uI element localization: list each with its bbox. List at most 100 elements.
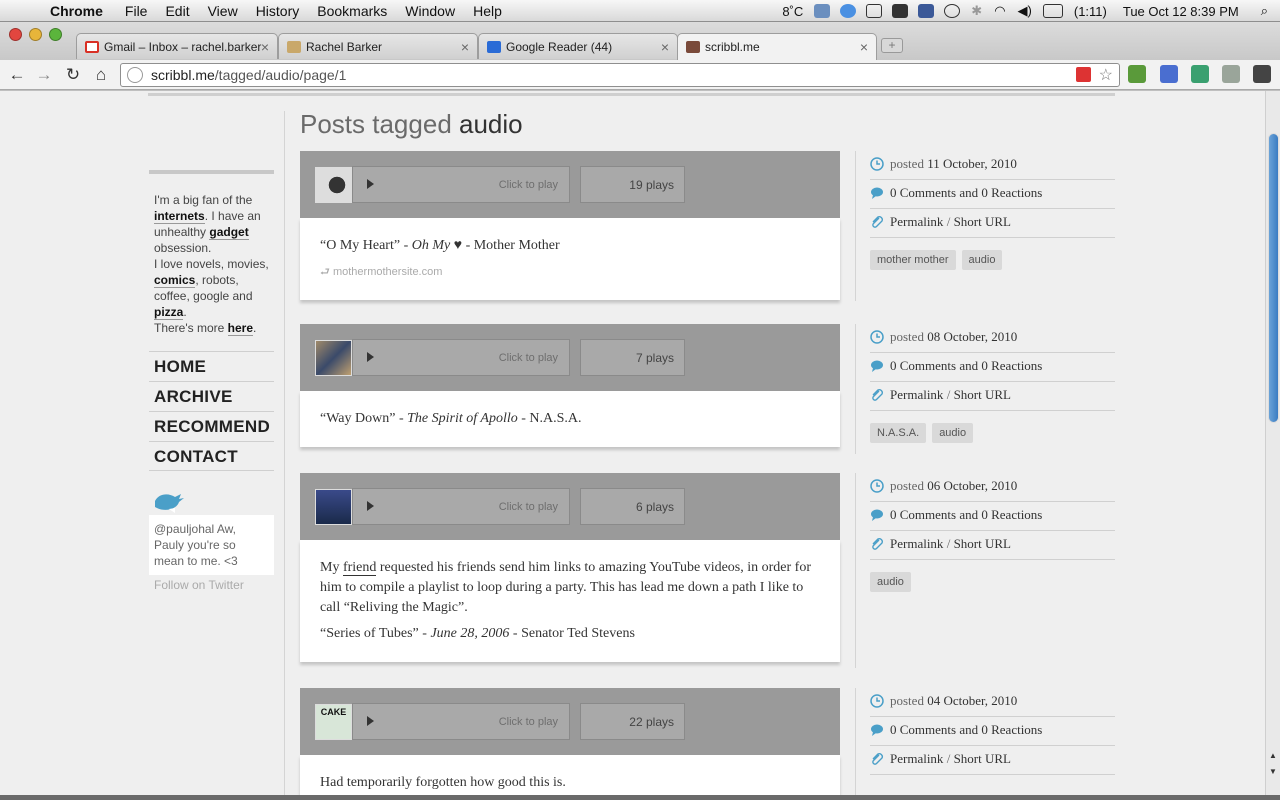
close-window-button[interactable] [9, 28, 22, 41]
evernote-extension-icon[interactable] [1128, 65, 1146, 83]
paperclip-icon [872, 389, 883, 401]
spotlight-icon[interactable]: ⌕ [1261, 3, 1268, 19]
close-tab-icon[interactable]: × [261, 39, 269, 55]
menu-window[interactable]: Window [405, 3, 455, 19]
comments-link[interactable]: 0 Comments and 0 Reactions [870, 502, 1115, 531]
comment-icon [871, 187, 883, 199]
mac-menubar: Chrome File Edit View History Bookmarks … [0, 0, 1280, 22]
close-tab-icon[interactable]: × [461, 39, 469, 55]
tab-title: scribbl.me [705, 40, 760, 54]
home-button[interactable]: ⌂ [90, 64, 112, 86]
nav-recommend[interactable]: RECOMMEND [149, 411, 274, 441]
short-url-link[interactable]: Short URL [954, 214, 1011, 229]
comments-link[interactable]: 0 Comments and 0 Reactions [870, 180, 1115, 209]
follow-on-twitter-link[interactable]: Follow on Twitter [154, 578, 244, 592]
close-tab-icon[interactable]: × [860, 39, 868, 55]
scrollbar-thumb[interactable] [1268, 133, 1279, 423]
nav-archive[interactable]: ARCHIVE [149, 381, 274, 411]
menu-view[interactable]: View [208, 3, 238, 19]
tab-scribbl[interactable]: scribbl.me × [677, 33, 877, 60]
forward-button[interactable]: → [33, 64, 55, 86]
permalink-link[interactable]: Permalink [890, 751, 943, 766]
meta-divider [855, 473, 856, 668]
menu-history[interactable]: History [256, 3, 300, 19]
zoom-window-button[interactable] [49, 28, 62, 41]
reader-icon [487, 40, 501, 53]
permalink-row: Permalink / Short URL [870, 209, 1115, 238]
clock[interactable]: Tue Oct 12 8:39 PM [1123, 4, 1239, 19]
tag-link[interactable]: mother mother [870, 250, 956, 270]
minimize-window-button[interactable] [29, 28, 42, 41]
pdf-extension-icon[interactable] [1076, 67, 1091, 82]
comics-link[interactable]: comics [154, 273, 196, 288]
menu-edit[interactable]: Edit [165, 3, 189, 19]
here-link[interactable]: here [227, 321, 254, 336]
menu-file[interactable]: File [125, 3, 148, 19]
post-caption: Had temporarily forgotten how good this … [320, 775, 566, 790]
internets-link[interactable]: internets [154, 209, 205, 224]
tag-link[interactable]: audio [961, 250, 1003, 270]
scroll-down-arrow[interactable]: ▼ [1269, 767, 1277, 776]
back-button[interactable]: ← [6, 64, 28, 86]
facebook-icon[interactable] [918, 4, 935, 18]
nav-home[interactable]: HOME [149, 351, 274, 381]
comment-icon [871, 509, 883, 521]
play-button[interactable]: Click to play [352, 339, 570, 376]
comments-link[interactable]: 0 Comments and 0 Reactions [870, 353, 1115, 382]
permalink-link[interactable]: Permalink [890, 536, 943, 551]
audio-player: Click to play 7 plays [300, 324, 840, 391]
address-bar[interactable]: scribbl.me/tagged/audio/page/1 ☆ [120, 63, 1120, 87]
play-button[interactable]: Click to play [352, 488, 570, 525]
evernote-icon[interactable] [892, 4, 909, 18]
tag-link[interactable]: N.A.S.A. [870, 423, 927, 443]
mail-icon[interactable] [866, 4, 883, 18]
play-button[interactable]: Click to play [352, 166, 570, 203]
permalink-link[interactable]: Permalink [890, 214, 943, 229]
permalink-link[interactable]: Permalink [890, 387, 943, 402]
battery-icon[interactable] [1042, 4, 1063, 18]
status-icon[interactable] [840, 4, 857, 18]
play-icon [367, 179, 374, 189]
play-button[interactable]: Click to play [352, 703, 570, 740]
friend-link[interactable]: friend [342, 560, 377, 576]
tag-link[interactable]: audio [932, 423, 974, 443]
menu-help[interactable]: Help [473, 3, 502, 19]
sync-extension-icon[interactable] [1191, 65, 1209, 83]
tag-link[interactable]: audio [870, 572, 911, 592]
audio-post: Click to play 19 plays “O My Heart” - Oh… [300, 151, 840, 300]
bluetooth-icon[interactable]: ✱ [971, 3, 982, 19]
menu-bookmarks[interactable]: Bookmarks [317, 3, 387, 19]
volume-icon[interactable]: ◀) [1018, 3, 1032, 19]
play-count: 22 plays [580, 703, 685, 740]
comments-link[interactable]: 0 Comments and 0 Reactions [870, 717, 1115, 746]
tab-google-reader[interactable]: Google Reader (44) × [478, 33, 678, 59]
page-scrollbar[interactable]: ▲ ▼ [1265, 91, 1280, 795]
tab-gmail[interactable]: Gmail – Inbox – rachel.barker × [76, 33, 278, 59]
wrench-icon[interactable] [1253, 65, 1271, 83]
play-icon [367, 501, 374, 511]
chat-icon[interactable] [944, 4, 961, 18]
short-url-link[interactable]: Short URL [954, 536, 1011, 551]
close-tab-icon[interactable]: × [661, 39, 669, 55]
post-date: posted 06 October, 2010 [870, 473, 1115, 502]
new-tab-button[interactable]: + [881, 38, 903, 53]
money-extension-icon[interactable] [1222, 65, 1240, 83]
nav-contact[interactable]: CONTACT [149, 441, 274, 471]
click-to-play-label: Click to play [498, 501, 558, 513]
play-icon [367, 352, 374, 362]
pizza-link[interactable]: pizza [154, 305, 184, 320]
google-extension-icon[interactable] [1160, 65, 1178, 83]
battery-time: (1:11) [1073, 3, 1107, 19]
dropbox-icon[interactable] [814, 4, 831, 18]
app-menu[interactable]: Chrome [50, 3, 103, 19]
gadget-link[interactable]: gadget [209, 225, 249, 240]
reload-button[interactable]: ↻ [62, 64, 84, 86]
wifi-icon[interactable]: ◠ [994, 3, 1005, 19]
tab-rachel-barker[interactable]: Rachel Barker × [278, 33, 478, 59]
scroll-up-arrow[interactable]: ▲ [1269, 751, 1277, 760]
source-link[interactable]: ⮐ mothermothersite.com [320, 262, 820, 282]
weather-temp[interactable]: 8˚C [782, 4, 803, 19]
short-url-link[interactable]: Short URL [954, 751, 1011, 766]
bookmark-star-icon[interactable]: ☆ [1099, 65, 1113, 85]
short-url-link[interactable]: Short URL [954, 387, 1011, 402]
